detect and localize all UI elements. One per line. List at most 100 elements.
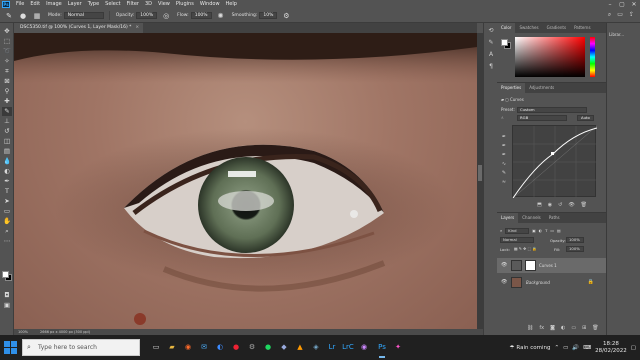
lightroom-classic-icon[interactable]: LrC — [342, 341, 354, 354]
show-hidden-icons-icon[interactable]: ⌃ — [554, 345, 559, 351]
smoothing-settings-icon[interactable]: ⚙ — [281, 11, 291, 21]
hand-tool-icon[interactable]: ✋ — [2, 217, 12, 226]
menu-view[interactable]: View — [155, 0, 173, 9]
edge-icon[interactable]: ◐ — [214, 341, 226, 354]
delete-layer-icon[interactable]: 🗑 — [592, 325, 598, 331]
delete-adjustment-icon[interactable]: 🗑 — [581, 202, 587, 208]
menu-plugins[interactable]: Plugins — [173, 0, 197, 9]
spotify-icon[interactable]: ● — [262, 341, 274, 354]
steam-icon[interactable]: ⚙ — [246, 341, 258, 354]
lightroom-icon[interactable]: Lr — [326, 341, 338, 354]
app-icon-blue[interactable]: ◈ — [310, 341, 322, 354]
menu-image[interactable]: Image — [43, 0, 65, 9]
filter-shape-icon[interactable]: ▭ — [550, 228, 554, 233]
brush-settings-icon[interactable]: ▦ — [32, 11, 42, 21]
layer-style-icon[interactable]: fx — [539, 325, 544, 331]
target-adjust-icon[interactable]: ☝ — [501, 114, 503, 121]
new-group-icon[interactable]: ▭ — [571, 325, 576, 331]
menu-filter[interactable]: Filter — [124, 0, 142, 9]
link-layers-icon[interactable]: ⛓ — [527, 325, 533, 331]
scrollbar-thumb[interactable] — [478, 165, 482, 181]
filter-pixel-icon[interactable]: ▣ — [532, 228, 536, 233]
menu-file[interactable]: File — [13, 0, 27, 9]
frame-tool-icon[interactable]: ⊠ — [2, 77, 12, 86]
volume-icon[interactable]: 🔊 — [572, 345, 579, 351]
hue-slider[interactable] — [590, 37, 595, 77]
fill-field[interactable]: 100% — [566, 246, 584, 252]
paragraph-panel-icon[interactable]: ¶ — [487, 63, 495, 71]
tab-gradients[interactable]: Gradients — [543, 23, 571, 33]
gray-point-eyedropper-icon[interactable]: ✒ — [500, 142, 508, 151]
menu-3d[interactable]: 3D — [142, 0, 155, 9]
document-tab[interactable]: DSC5350.tif @ 100% (Curves 1, Layer Mask… — [14, 23, 144, 33]
weather-widget[interactable]: ☂ Rain coming — [509, 345, 550, 351]
tab-adjustments[interactable]: Adjustments — [525, 83, 558, 93]
gradient-icon[interactable]: ▤ — [2, 147, 12, 156]
eraser-icon[interactable]: ◫ — [2, 137, 12, 146]
eyedropper-icon[interactable]: ⚲ — [2, 87, 12, 96]
shape-tool-icon[interactable]: ▭ — [2, 207, 12, 216]
auto-button[interactable]: Auto — [577, 115, 594, 121]
filter-type-icon[interactable]: T — [545, 228, 547, 233]
layer-opacity-field[interactable]: 100% — [566, 237, 584, 243]
channel-select[interactable]: RGB — [517, 115, 567, 121]
reset-icon[interactable]: ↺ — [558, 202, 562, 208]
brush-tool-icon[interactable]: ✎ — [2, 107, 12, 116]
blur-tool-icon[interactable]: 💧 — [2, 157, 12, 166]
curves-graph[interactable] — [512, 125, 598, 199]
filter-adjustment-icon[interactable]: ◐ — [539, 228, 542, 233]
new-layer-icon[interactable]: ⊞ — [582, 325, 586, 331]
libraries-tab[interactable]: Librar... — [609, 32, 624, 37]
taskbar-search-box[interactable]: ⌕ Type here to search — [22, 339, 140, 356]
workspace-icon[interactable]: ▭ — [617, 11, 623, 19]
app-icon-grey[interactable]: ◆ — [278, 341, 290, 354]
path-select-icon[interactable]: ➤ — [2, 197, 12, 206]
menu-layer[interactable]: Layer — [65, 0, 85, 9]
filter-smart-icon[interactable]: ▤ — [557, 228, 561, 233]
search-icon[interactable]: ⌕ — [608, 11, 611, 19]
healing-brush-icon[interactable]: ✚ — [2, 97, 12, 106]
quick-select-icon[interactable]: ✧ — [2, 57, 12, 66]
photoshop-taskbar-icon[interactable]: Ps — [376, 341, 388, 358]
white-point-eyedropper-icon[interactable]: ✒ — [500, 151, 508, 160]
app-icon-red[interactable]: ● — [230, 341, 242, 354]
type-tool-icon[interactable]: T — [2, 187, 12, 196]
notifications-icon[interactable]: ▢ — [631, 345, 636, 351]
new-adjustment-icon[interactable]: ◐ — [561, 325, 565, 331]
opacity-field[interactable]: 100% — [136, 12, 158, 19]
marquee-tool-icon[interactable]: ⬚ — [2, 37, 12, 46]
zoom-tool-icon[interactable]: ⌕ — [2, 227, 12, 236]
document-canvas[interactable] — [14, 33, 477, 329]
move-tool-icon[interactable]: ✥ — [2, 27, 12, 36]
layer-row-background[interactable]: 👁 Background 🔒 — [497, 275, 606, 290]
close-tab-icon[interactable]: × — [135, 25, 139, 30]
menu-select[interactable]: Select — [102, 0, 123, 9]
network-icon[interactable]: ▭ — [563, 345, 568, 351]
app-icon-purple[interactable]: ◉ — [358, 341, 370, 354]
smooth-curve-icon[interactable]: ≈ — [500, 178, 508, 187]
brush-preset-icon[interactable]: ● — [18, 11, 28, 21]
menu-help[interactable]: Help — [223, 0, 240, 9]
visibility-icon[interactable]: 👁 — [568, 202, 574, 208]
pencil-curve-icon[interactable]: ✎ — [500, 169, 508, 178]
clone-stamp-icon[interactable]: ⊥ — [2, 117, 12, 126]
menu-edit[interactable]: Edit — [27, 0, 43, 9]
tab-properties[interactable]: Properties — [497, 83, 526, 93]
history-brush-icon[interactable]: ↺ — [2, 127, 12, 136]
close-icon[interactable]: ✕ — [628, 0, 640, 9]
character-panel-icon[interactable]: A — [487, 51, 495, 59]
tab-layers[interactable]: Layers — [497, 213, 519, 223]
tab-channels[interactable]: Channels — [518, 213, 545, 223]
taskbar-clock[interactable]: 18:28 28/02/2022 — [595, 341, 627, 355]
curve-point-mode-icon[interactable]: ∿ — [500, 160, 508, 169]
menu-type[interactable]: Type — [85, 0, 102, 9]
app-icon-pink[interactable]: ✦ — [392, 341, 404, 354]
airbrush-icon[interactable]: ✺ — [216, 11, 226, 21]
lasso-tool-icon[interactable]: ➰ — [2, 47, 12, 56]
mode-select[interactable]: Normal — [63, 12, 104, 19]
layer-row-curves[interactable]: 👁 Curves 1 — [497, 258, 606, 273]
visibility-eye-icon[interactable]: 👁 — [501, 262, 507, 268]
curve-control-point[interactable] — [551, 152, 554, 155]
color-picker-field[interactable] — [515, 37, 585, 77]
tab-paths[interactable]: Paths — [545, 213, 564, 223]
